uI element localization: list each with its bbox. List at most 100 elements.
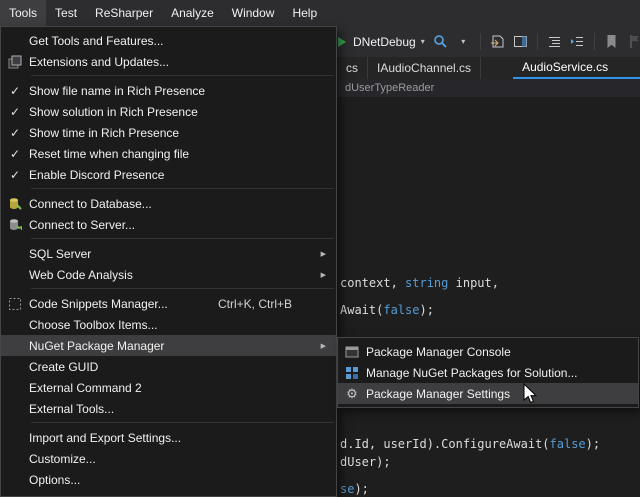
menu-item-show-solution-in-rich-presence[interactable]: ✓Show solution in Rich Presence: [1, 101, 336, 122]
check-icon: ✓: [1, 148, 29, 160]
menu-item-label: NuGet Package Manager: [29, 339, 164, 353]
bookmark-icon[interactable]: [603, 33, 620, 50]
find-icon[interactable]: [432, 33, 449, 50]
menu-item-external-tools[interactable]: External Tools...: [1, 398, 336, 419]
open-file-icon[interactable]: [489, 33, 506, 50]
flag-icon[interactable]: [626, 33, 640, 50]
menu-item-package-manager-settings[interactable]: ⚙Package Manager Settings: [338, 383, 638, 404]
tab-iaudiochannel-cs[interactable]: IAudioChannel.cs: [368, 57, 481, 79]
menu-item-package-manager-console[interactable]: Package Manager Console: [338, 341, 638, 362]
menu-item-label: Manage NuGet Packages for Solution...: [366, 366, 577, 380]
menu-item-show-file-name-in-rich-presence[interactable]: ✓Show file name in Rich Presence: [1, 80, 336, 101]
menu-item-label: Get Tools and Features...: [29, 34, 164, 48]
menubar-item-test[interactable]: Test: [46, 0, 86, 26]
menu-item-code-snippets-manager[interactable]: Code Snippets Manager... Ctrl+K, Ctrl+B: [1, 293, 336, 314]
database-icon: [1, 197, 29, 211]
menu-item-choose-toolbox-items[interactable]: Choose Toolbox Items...: [1, 314, 336, 335]
menu-item-label: Web Code Analysis: [29, 268, 133, 282]
menu-item-label: Connect to Database...: [29, 197, 152, 211]
menu-item-label: External Command 2: [29, 381, 142, 395]
menu-item-manage-nuget-packages-for-solution[interactable]: Manage NuGet Packages for Solution...: [338, 362, 638, 383]
nuget-submenu: Package Manager Console Manage NuGet Pack…: [337, 337, 639, 408]
menubar-item-help[interactable]: Help: [283, 0, 326, 26]
check-icon: ✓: [1, 85, 29, 97]
menu-item-create-guid[interactable]: Create GUID: [1, 356, 336, 377]
tab-cs[interactable]: cs: [337, 57, 368, 79]
menu-item-extensions-and-updates[interactable]: Extensions and Updates...: [1, 51, 336, 72]
check-icon: ✓: [1, 106, 29, 118]
menu-item-label: Package Manager Console: [366, 345, 511, 359]
debug-target-label: DNetDebug: [353, 35, 416, 49]
tab-label: AudioService.cs: [522, 60, 608, 74]
check-icon: ✓: [1, 127, 29, 139]
console-icon: [338, 345, 366, 359]
toolbar-separator: [537, 33, 538, 50]
window-layout-icon[interactable]: [512, 33, 529, 50]
outdent-icon[interactable]: [546, 33, 563, 50]
menu-item-label: External Tools...: [29, 402, 114, 416]
menu-item-label: Show solution in Rich Presence: [29, 105, 198, 119]
menu-item-external-command-2[interactable]: External Command 2: [1, 377, 336, 398]
menu-item-connect-to-database[interactable]: Connect to Database...: [1, 193, 336, 214]
menu-item-customize[interactable]: Customize...: [1, 448, 336, 469]
packages-icon: [338, 366, 366, 380]
menu-separator: [31, 288, 334, 289]
menu-item-enable-discord-presence[interactable]: ✓Enable Discord Presence: [1, 164, 336, 185]
menu-item-label: Code Snippets Manager...: [29, 297, 168, 311]
menu-item-label: Choose Toolbox Items...: [29, 318, 158, 332]
menu-item-label: Customize...: [29, 452, 96, 466]
check-icon: ✓: [1, 169, 29, 181]
gear-icon: ⚙: [338, 387, 366, 400]
breadcrumb-text: dUserTypeReader: [345, 82, 434, 94]
menu-item-get-tools-and-features[interactable]: Get Tools and Features...: [1, 30, 336, 51]
tab-audioservice-cs[interactable]: AudioService.cs: [513, 57, 640, 79]
menubar: ToolsTestReSharperAnalyzeWindowHelp: [0, 0, 640, 26]
chevron-down-icon: ▾: [421, 38, 425, 46]
menubar-item-resharper[interactable]: ReSharper: [86, 0, 162, 26]
submenu-arrow-icon: ▶: [321, 250, 326, 258]
menu-item-show-time-in-rich-presence[interactable]: ✓Show time in Rich Presence: [1, 122, 336, 143]
menu-item-label: Show time in Rich Presence: [29, 126, 179, 140]
menu-item-connect-to-server[interactable]: Connect to Server...: [1, 214, 336, 235]
submenu-arrow-icon: ▶: [321, 271, 326, 279]
server-icon: [1, 218, 29, 232]
menu-item-nuget-package-manager[interactable]: NuGet Package Manager ▶: [1, 335, 336, 356]
tab-label: cs: [346, 61, 358, 75]
menu-separator: [31, 422, 334, 423]
start-debug-icon[interactable]: [338, 37, 346, 47]
menu-item-label: Reset time when changing file: [29, 147, 189, 161]
menu-item-label: Enable Discord Presence: [29, 168, 164, 182]
debug-target-dropdown[interactable]: DNetDebug ▾: [353, 35, 425, 49]
menu-item-label: Extensions and Updates...: [29, 55, 169, 69]
menu-item-reset-time-when-changing-file[interactable]: ✓Reset time when changing file: [1, 143, 336, 164]
dropdown-caret-icon[interactable]: ▾: [455, 33, 472, 50]
menu-item-shortcut: Ctrl+K, Ctrl+B: [218, 297, 292, 311]
menu-item-label: SQL Server: [29, 247, 91, 261]
submenu-arrow-icon: ▶: [321, 342, 326, 350]
menu-item-label: Connect to Server...: [29, 218, 135, 232]
menu-item-import-and-export-settings[interactable]: Import and Export Settings...: [1, 427, 336, 448]
menu-item-label: Import and Export Settings...: [29, 431, 181, 445]
toolbar-icons: ▾: [432, 33, 640, 50]
tab-label: IAudioChannel.cs: [377, 61, 471, 75]
menubar-item-analyze[interactable]: Analyze: [162, 0, 223, 26]
toolbar-separator: [480, 33, 481, 50]
snippets-icon: [1, 297, 29, 311]
toolbar-separator: [594, 33, 595, 50]
menu-item-label: Show file name in Rich Presence: [29, 84, 205, 98]
tools-menu: Get Tools and Features... Extensions and …: [0, 26, 337, 497]
menu-item-options[interactable]: Options...: [1, 469, 336, 490]
menubar-item-tools[interactable]: Tools: [0, 0, 46, 26]
mouse-cursor: [523, 383, 539, 405]
indent-icon[interactable]: [569, 33, 586, 50]
menu-item-sql-server[interactable]: SQL Server ▶: [1, 243, 336, 264]
menu-item-label: Options...: [29, 473, 80, 487]
menu-separator: [31, 75, 334, 76]
menu-separator: [31, 238, 334, 239]
menu-separator: [31, 188, 334, 189]
menubar-item-window[interactable]: Window: [223, 0, 284, 26]
extensions-icon: [1, 55, 29, 69]
menu-item-web-code-analysis[interactable]: Web Code Analysis ▶: [1, 264, 336, 285]
menu-item-label: Create GUID: [29, 360, 98, 374]
menu-item-label: Package Manager Settings: [366, 387, 510, 401]
